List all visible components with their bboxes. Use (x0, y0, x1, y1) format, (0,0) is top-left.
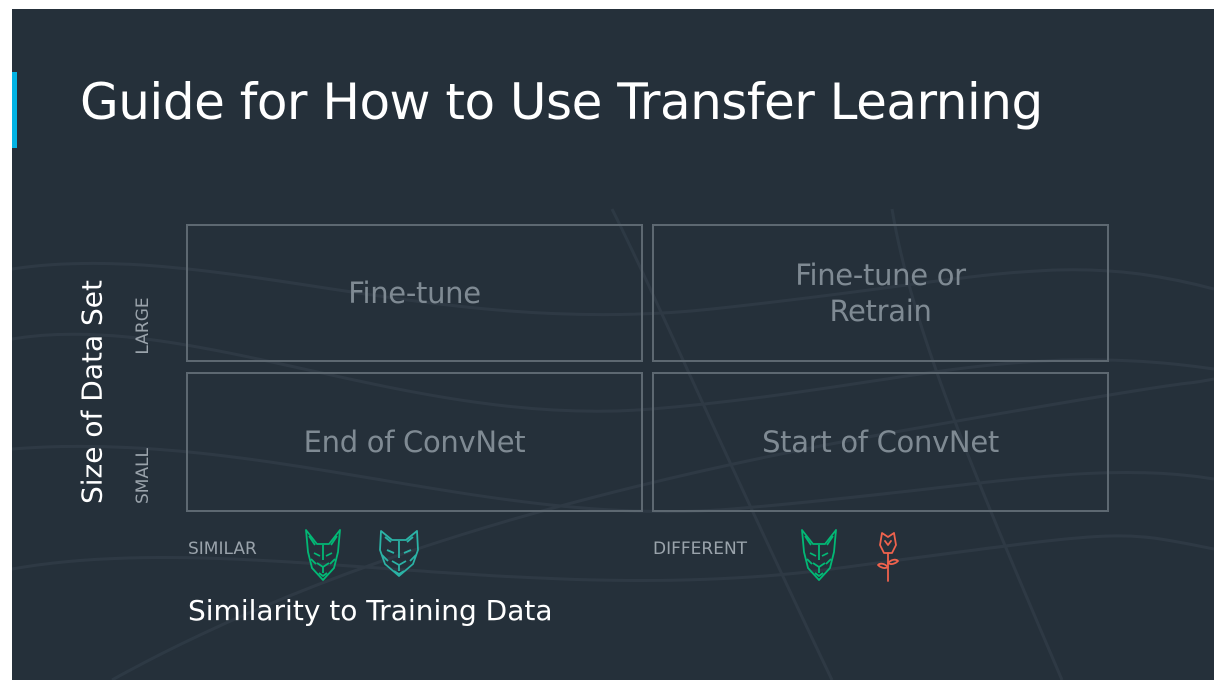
slide: Guide for How to Use Transfer Learning F… (12, 9, 1214, 680)
slide-title: Guide for How to Use Transfer Learning (80, 73, 1043, 131)
cell-small-different-text: Start of ConvNet (762, 424, 999, 459)
x-level-similar: SIMILAR (188, 539, 257, 559)
cell-large-similar-text: Fine-tune (348, 275, 481, 310)
y-axis-label: Size of Data Set (75, 280, 109, 504)
cell-small-similar: End of ConvNet (186, 372, 643, 512)
y-level-small: SMALL (133, 447, 153, 505)
cell-small-similar-text: End of ConvNet (303, 424, 526, 459)
rose-icon (877, 532, 899, 582)
title-accent-bar (12, 72, 17, 148)
dog-icon (305, 529, 341, 581)
y-level-large: LARGE (133, 297, 153, 355)
x-level-different: DIFFERENT (653, 539, 748, 559)
wolf-icon (379, 530, 419, 577)
cell-small-different: Start of ConvNet (652, 372, 1109, 512)
cell-large-different: Fine-tune or Retrain (652, 224, 1109, 362)
x-axis-label: Similarity to Training Data (188, 594, 553, 627)
cell-large-different-text: Fine-tune or Retrain (795, 257, 966, 328)
cell-large-similar: Fine-tune (186, 224, 643, 362)
dog-icon (801, 529, 837, 581)
